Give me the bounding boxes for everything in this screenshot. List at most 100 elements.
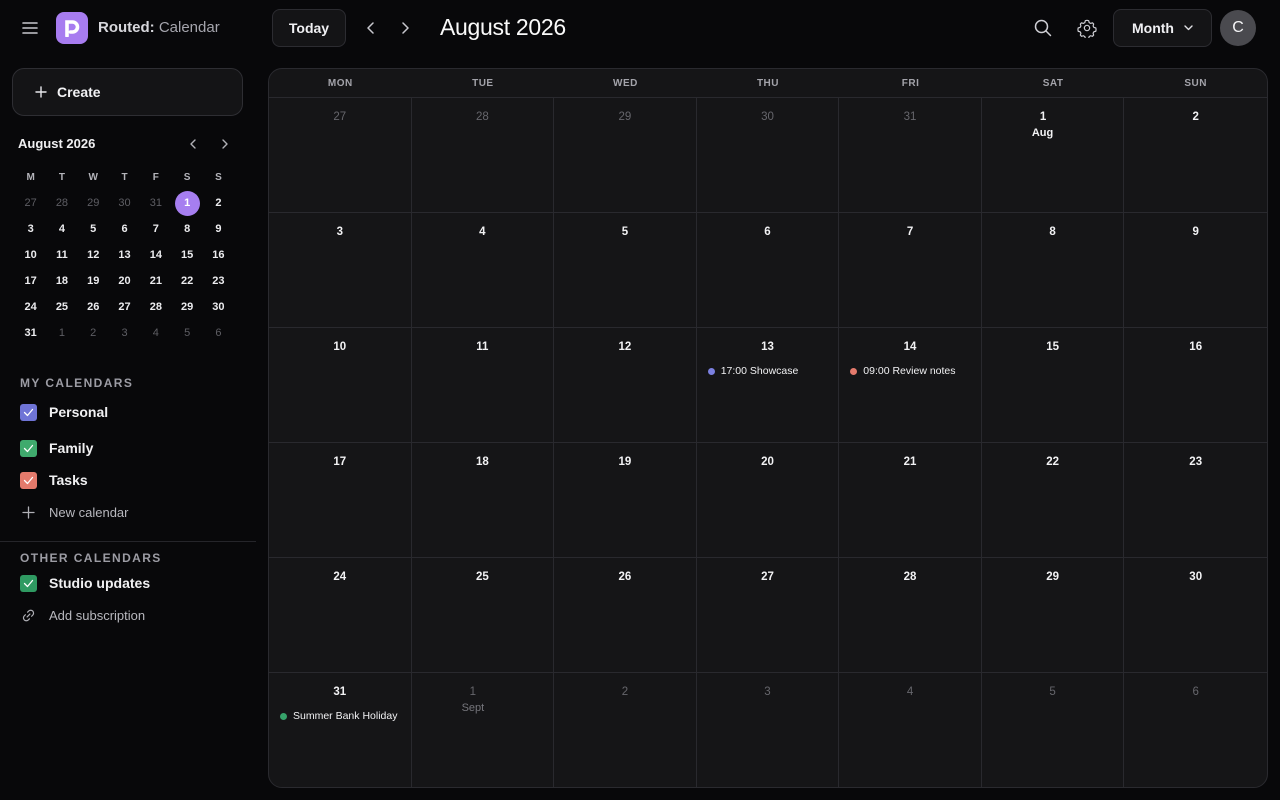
calendar-item-personal[interactable]: Personal [20,402,108,422]
menu-icon[interactable] [18,16,42,40]
mini-day[interactable]: 13 [109,242,140,268]
mini-day[interactable]: 17 [15,268,46,294]
mini-day[interactable]: 29 [78,190,109,216]
day-cell[interactable]: 18 [411,443,555,558]
day-cell[interactable]: 24 [269,558,412,673]
day-cell[interactable]: 26 [554,558,697,673]
mini-day[interactable]: 3 [109,320,140,346]
day-cell[interactable]: 31 Summer Bank Holiday [269,673,412,787]
day-cell[interactable]: 4 [411,213,555,328]
mini-day[interactable]: 26 [78,294,109,320]
day-cell[interactable]: 31 [839,98,982,213]
day-cell[interactable]: 8 [981,213,1125,328]
event-chip[interactable]: 17:00 Showcase [707,363,829,379]
day-cell[interactable]: 3 [697,673,840,787]
gear-icon[interactable] [1073,14,1101,42]
day-cell[interactable]: 29 [554,98,697,213]
day-cell[interactable]: 22 [981,443,1125,558]
day-cell[interactable]: 4 [839,673,982,787]
mini-day[interactable]: 10 [15,242,46,268]
day-cell[interactable]: 7 [839,213,982,328]
mini-day[interactable]: 6 [109,216,140,242]
day-cell[interactable]: 20 [696,443,840,558]
day-cell[interactable]: 14 09:00 Review notes [839,328,982,443]
mini-day[interactable]: 2 [78,320,109,346]
day-cell[interactable]: 27 [696,558,840,673]
mini-day[interactable]: 31 [140,190,171,216]
day-cell[interactable]: 23 [1124,443,1267,558]
day-cell[interactable]: 5 [554,213,697,328]
mini-day[interactable]: 25 [46,294,77,320]
mini-day[interactable]: 6 [203,320,234,346]
checkbox-checked-icon[interactable] [20,439,37,457]
day-cell[interactable]: 5 [982,673,1125,787]
day-cell[interactable]: 16 [1124,328,1267,443]
mini-day[interactable]: 9 [203,216,234,242]
day-cell[interactable]: 27 [269,98,412,213]
day-cell[interactable]: 10 [269,328,412,443]
day-cell[interactable]: 11 [411,328,555,443]
calendar-item-studio-updates[interactable]: Studio updates [20,573,150,593]
mini-day-selected[interactable]: 1 [171,190,202,216]
mini-day[interactable]: 5 [78,216,109,242]
mini-day[interactable]: 8 [171,216,202,242]
day-cell[interactable]: 9 [1124,213,1267,328]
today-button[interactable]: Today [272,9,346,47]
mini-day[interactable]: 29 [171,294,202,320]
day-cell[interactable]: 25 [411,558,555,673]
mini-next-chevron-icon[interactable] [215,134,235,154]
mini-day[interactable]: 27 [109,294,140,320]
day-cell[interactable]: 17 [269,443,412,558]
mini-day[interactable]: 30 [203,294,234,320]
day-cell[interactable]: 2 [554,673,697,787]
view-switcher-button[interactable]: Month [1113,9,1212,47]
mini-day[interactable]: 20 [109,268,140,294]
mini-day[interactable]: 21 [140,268,171,294]
mini-day[interactable]: 12 [78,242,109,268]
mini-day[interactable]: 24 [15,294,46,320]
day-cell[interactable]: 12 [554,328,697,443]
chevron-left-icon[interactable] [359,16,383,40]
avatar[interactable]: C [1220,10,1256,46]
mini-day[interactable]: 1 [46,320,77,346]
mini-day[interactable]: 23 [203,268,234,294]
create-button[interactable]: Create [12,68,243,116]
checkbox-checked-icon[interactable] [20,403,37,421]
mini-day[interactable]: 28 [46,190,77,216]
day-cell[interactable]: 3 [269,213,412,328]
day-cell[interactable]: 1 Sept [412,673,555,787]
search-icon[interactable] [1029,14,1057,42]
chevron-right-icon[interactable] [393,16,417,40]
mini-day[interactable]: 19 [78,268,109,294]
mini-day[interactable]: 3 [15,216,46,242]
day-cell[interactable]: 30 [696,98,840,213]
mini-day[interactable]: 2 [203,190,234,216]
calendar-item-family[interactable]: Family [20,438,93,458]
mini-day[interactable]: 15 [171,242,202,268]
event-chip[interactable]: 09:00 Review notes [850,363,971,379]
mini-day[interactable]: 7 [140,216,171,242]
checkbox-checked-icon[interactable] [20,574,37,592]
mini-day[interactable]: 18 [46,268,77,294]
day-cell[interactable]: 28 [839,558,982,673]
mini-day[interactable]: 31 [15,320,46,346]
mini-day[interactable]: 30 [109,190,140,216]
mini-day[interactable]: 28 [140,294,171,320]
checkbox-checked-icon[interactable] [20,471,37,489]
mini-day[interactable]: 5 [171,320,202,346]
mini-day[interactable]: 22 [171,268,202,294]
day-cell[interactable]: 6 [1124,673,1267,787]
mini-day[interactable]: 16 [203,242,234,268]
mini-day[interactable]: 4 [46,216,77,242]
day-cell[interactable]: 2 [1124,98,1267,213]
add-subscription-button[interactable]: Add subscription [20,605,145,625]
mini-prev-chevron-icon[interactable] [183,134,203,154]
day-cell[interactable]: 21 [839,443,982,558]
day-cell[interactable]: 29 [981,558,1125,673]
day-cell[interactable]: 15 [981,328,1125,443]
day-cell[interactable]: 28 [411,98,555,213]
mini-day[interactable]: 4 [140,320,171,346]
day-cell[interactable]: 13 17:00 Showcase [696,328,840,443]
mini-day[interactable]: 27 [15,190,46,216]
day-cell[interactable]: 1 Aug [981,98,1125,213]
